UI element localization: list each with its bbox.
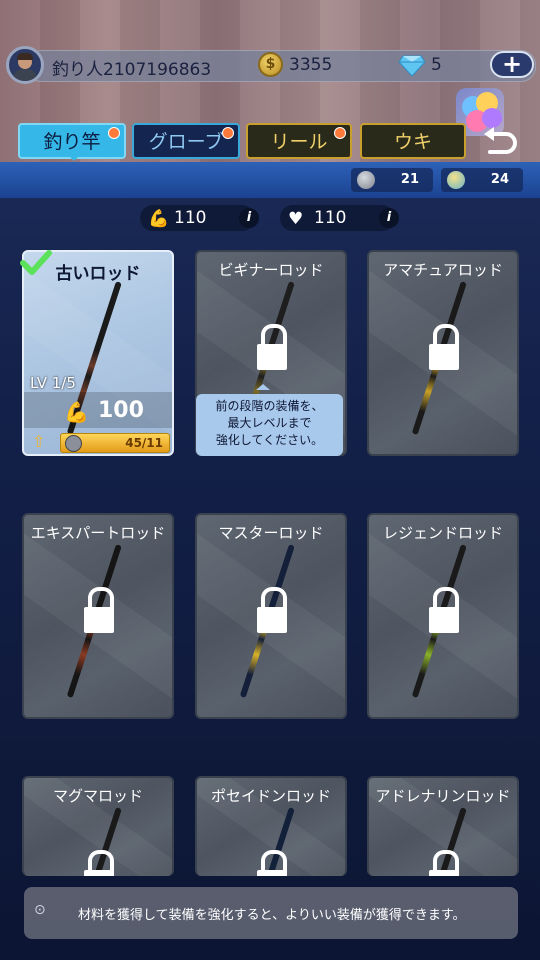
gem-count: 5	[431, 55, 442, 75]
diamond-icon	[399, 55, 425, 76]
attack-value: 110	[174, 208, 207, 228]
coin-count: 3355	[289, 55, 333, 75]
tooltip-line: 強化してください。	[215, 433, 324, 447]
rod-name: エキスパートロッド	[30, 524, 166, 542]
back-icon[interactable]	[482, 124, 520, 160]
tab-reel-label: リール	[270, 131, 328, 153]
rod-attack-value: 100	[98, 398, 144, 423]
locked-tooltip: 前の段階の装備を、 最大レベルまで 強化してください。	[196, 384, 343, 456]
tab-float-label: ウキ	[393, 131, 432, 153]
arm-icon: 💪	[64, 400, 89, 424]
tooltip-line: 前の段階の装備を、	[215, 399, 324, 413]
lock-icon	[429, 324, 459, 370]
add-currency-button[interactable]: +	[490, 51, 534, 78]
tab-rod[interactable]: 釣り竿	[18, 123, 126, 161]
notification-dot	[108, 127, 120, 139]
info-icon[interactable]: i	[239, 208, 259, 228]
tab-float[interactable]: ウキ	[360, 123, 466, 159]
rod-card[interactable]: アドレナリンロッド	[367, 776, 519, 876]
ore-icon	[65, 435, 82, 452]
ore-hint-icon: ⊙	[34, 902, 46, 918]
lock-icon	[257, 587, 287, 633]
ore-resource: 21	[351, 168, 433, 192]
arm-icon: 💪	[148, 209, 170, 229]
notification-dot	[222, 127, 234, 139]
hint-text: 材料を獲得して装備を強化すると、よりいい装備が獲得できます。	[78, 908, 466, 923]
tab-reel[interactable]: リール	[246, 123, 352, 159]
stamina-value: 110	[314, 208, 347, 228]
attack-stat: 💪 110 i	[140, 205, 259, 231]
rod-name: マスターロッド	[218, 524, 324, 542]
rod-card[interactable]: レジェンドロッド	[367, 513, 519, 719]
rod-name: アドレナリンロッド	[375, 787, 511, 805]
notification-dot	[334, 127, 346, 139]
rod-card[interactable]: アマチュアロッド	[367, 250, 519, 456]
rod-name: ポセイドンロッド	[210, 787, 331, 805]
gem-orb-icon	[447, 171, 465, 189]
rod-name: アマチュアロッド	[383, 261, 503, 279]
upgrade-progress-bar: 45/11	[60, 433, 170, 453]
rod-card[interactable]: ポセイドンロッド	[195, 776, 347, 876]
heart-icon: ♥	[288, 209, 304, 229]
orb-count: 24	[490, 172, 509, 187]
upgrade-arrow-icon: ⇧	[32, 432, 46, 451]
lock-icon	[257, 850, 287, 876]
rod-name: マグマロッド	[52, 787, 143, 805]
hint-banner: ⊙ 材料を獲得して装備を強化すると、よりいい装備が獲得できます。	[24, 887, 518, 939]
tab-glove-label: グローブ	[148, 131, 224, 153]
ore-icon	[357, 171, 375, 189]
equipped-check-icon	[20, 250, 52, 275]
rod-card[interactable]: マスターロッド	[195, 513, 347, 719]
upgrade-row[interactable]: ⇧ 45/11	[30, 432, 170, 453]
rod-name: ビギナーロッド	[218, 261, 324, 279]
tooltip-line: 最大レベルまで	[227, 416, 312, 430]
player-name: 釣り人2107196863	[52, 60, 212, 80]
orb-resource: 24	[441, 168, 523, 192]
stamina-stat: ♥ 110 i	[280, 205, 399, 231]
coin-icon: $	[258, 52, 283, 77]
rod-card[interactable]: 古いロッド LV 1/5 💪 100 ⇧ 45/11	[22, 250, 174, 456]
tab-rod-label: 釣り竿	[43, 131, 101, 153]
rod-card[interactable]: エキスパートロッド	[22, 513, 174, 719]
lock-icon	[84, 850, 114, 876]
upgrade-progress-text: 45/11	[125, 436, 163, 450]
rod-name: レジェンドロッド	[382, 524, 503, 542]
lock-icon	[429, 850, 459, 876]
avatar[interactable]	[6, 46, 44, 84]
lock-icon	[429, 587, 459, 633]
rod-card[interactable]: マグマロッド	[22, 776, 174, 876]
rod-attack-row: 💪 100	[24, 392, 172, 428]
rod-level: LV 1/5	[30, 374, 76, 392]
lock-icon	[84, 587, 114, 633]
tab-glove[interactable]: グローブ	[132, 123, 240, 159]
lock-icon	[257, 324, 287, 370]
info-icon[interactable]: i	[379, 208, 399, 228]
profile-bar: 釣り人2107196863 $ 3355 5 +	[6, 46, 536, 84]
ore-count: 21	[400, 172, 419, 187]
